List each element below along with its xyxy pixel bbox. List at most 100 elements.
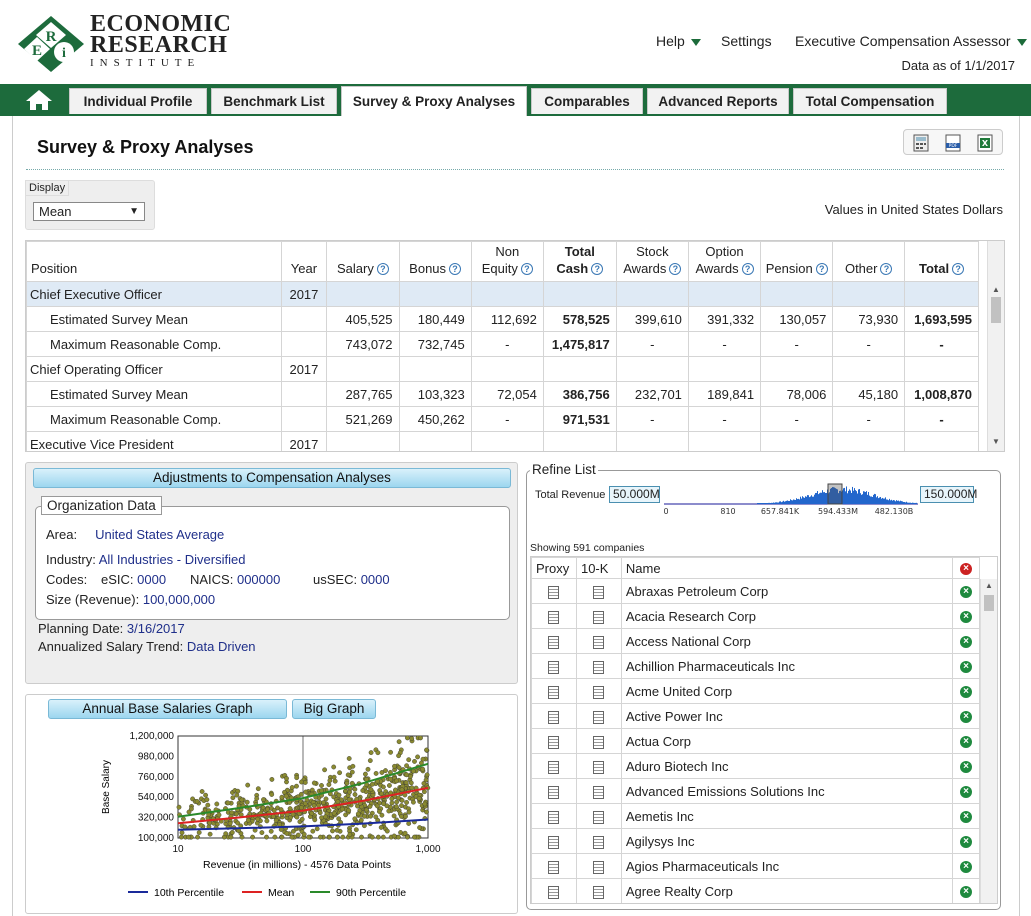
company-name[interactable]: Actua Corp <box>620 728 954 754</box>
esic-value[interactable]: 0000 <box>137 572 166 587</box>
product-menu[interactable]: Executive Compensation Assessor <box>795 33 1027 49</box>
scroll-up-icon[interactable]: ▲ <box>985 581 993 590</box>
help-icon[interactable]: ? <box>449 263 462 275</box>
company-row[interactable]: Acacia Research Corp × <box>531 603 980 629</box>
ussec-value[interactable]: 0000 <box>361 572 390 587</box>
scroll-thumb[interactable] <box>984 595 994 611</box>
col-header-salary[interactable]: Salary? <box>326 241 400 282</box>
company-row[interactable]: Advanced Emissions Solutions Inc × <box>531 778 980 804</box>
revenue-max-input[interactable]: 150.000M <box>920 486 977 503</box>
10k-doc-icon[interactable] <box>593 810 605 824</box>
help-icon[interactable]: ? <box>376 263 389 275</box>
tab-individual-profile[interactable]: Individual Profile <box>69 88 207 114</box>
remove-company-icon[interactable]: × <box>960 711 973 724</box>
remove-company-icon[interactable]: × <box>960 886 973 899</box>
revenue-histogram[interactable]: 0 810 657.841K 594.433M 482.130B <box>662 480 920 518</box>
col-header-non-equity[interactable]: Non Equity? <box>470 241 544 282</box>
company-list-scrollbar[interactable]: ▲ <box>980 579 997 903</box>
col-header-year[interactable]: Year <box>280 241 328 282</box>
remove-company-icon[interactable]: × <box>960 836 973 849</box>
area-value[interactable]: United States Average <box>95 527 224 542</box>
tab-comparables[interactable]: Comparables <box>531 88 643 114</box>
value-row[interactable]: Estimated Survey Mean 405,525 180,449 112,6… <box>26 306 988 332</box>
revenue-min-input[interactable]: 50.000M <box>609 486 660 503</box>
planning-value[interactable]: 3/16/2017 <box>127 621 185 636</box>
col-proxy[interactable]: Proxy <box>531 557 577 579</box>
10k-doc-icon[interactable] <box>593 610 605 624</box>
help-icon[interactable]: ? <box>669 263 682 275</box>
help-icon[interactable]: ? <box>952 263 965 275</box>
proxy-doc-icon[interactable] <box>548 835 560 849</box>
10k-doc-icon[interactable] <box>593 660 605 674</box>
company-name[interactable]: Aduro Biotech Inc <box>620 753 954 779</box>
10k-doc-icon[interactable] <box>593 785 605 799</box>
size-value[interactable]: 100,000,000 <box>143 592 215 607</box>
10k-doc-icon[interactable] <box>593 835 605 849</box>
tab-benchmark-list[interactable]: Benchmark List <box>211 88 337 114</box>
company-name[interactable]: Acacia Research Corp <box>620 603 954 629</box>
remove-company-icon[interactable]: × <box>960 786 973 799</box>
calculator-icon[interactable] <box>913 134 929 152</box>
display-select[interactable]: Mean ▼ <box>33 202 145 221</box>
company-row[interactable]: Acme United Corp × <box>531 678 980 704</box>
excel-icon[interactable]: X <box>977 134 993 152</box>
position-row[interactable]: Chief Executive Officer 2017 <box>26 281 988 307</box>
company-row[interactable]: Abraxas Petroleum Corp × <box>531 578 980 604</box>
company-name[interactable]: Achillion Pharmaceuticals Inc <box>620 653 954 679</box>
10k-doc-icon[interactable] <box>593 760 605 774</box>
company-row[interactable]: Aemetis Inc × <box>531 803 980 829</box>
col-header-position[interactable]: Position <box>26 241 282 282</box>
help-menu[interactable]: Help <box>656 33 701 49</box>
10k-doc-icon[interactable] <box>593 885 605 899</box>
proxy-doc-icon[interactable] <box>548 785 560 799</box>
trend-value[interactable]: Data Driven <box>187 639 256 654</box>
remove-company-icon[interactable]: × <box>960 636 973 649</box>
scroll-up-icon[interactable]: ▲ <box>992 285 1000 294</box>
grid-scrollbar[interactable]: ▲ ▼ <box>987 241 1004 451</box>
scroll-thumb[interactable] <box>991 297 1001 323</box>
annual-base-salaries-graph-button[interactable]: Annual Base Salaries Graph <box>48 699 287 719</box>
remove-company-icon[interactable]: × <box>960 586 973 599</box>
col-header-bonus[interactable]: Bonus? <box>398 241 472 282</box>
col-header-other[interactable]: Other? <box>832 241 906 282</box>
remove-company-icon[interactable]: × <box>960 611 973 624</box>
company-name[interactable]: Agilysys Inc <box>620 828 954 854</box>
remove-all-icon[interactable]: × <box>960 563 973 576</box>
proxy-doc-icon[interactable] <box>548 885 560 899</box>
remove-all-header[interactable]: × <box>952 557 980 579</box>
col-header-option-awards[interactable]: Option Awards? <box>687 241 762 282</box>
position-row[interactable]: Chief Operating Officer 2017 <box>26 356 988 382</box>
value-row[interactable]: Estimated Survey Mean 287,765 103,323 72,05… <box>26 381 988 407</box>
col-header-pension[interactable]: Pension? <box>760 241 834 282</box>
proxy-doc-icon[interactable] <box>548 860 560 874</box>
company-row[interactable]: Achillion Pharmaceuticals Inc × <box>531 653 980 679</box>
proxy-doc-icon[interactable] <box>548 710 560 724</box>
proxy-doc-icon[interactable] <box>548 635 560 649</box>
help-icon[interactable]: ? <box>741 263 754 275</box>
naics-value[interactable]: 000000 <box>237 572 280 587</box>
company-name[interactable]: Access National Corp <box>620 628 954 654</box>
company-row[interactable]: Agree Realty Corp × <box>531 878 980 903</box>
company-name[interactable]: Agios Pharmaceuticals Inc <box>620 853 954 879</box>
company-row[interactable]: Agilysys Inc × <box>531 828 980 854</box>
10k-doc-icon[interactable] <box>593 710 605 724</box>
help-icon[interactable]: ? <box>591 263 604 275</box>
proxy-doc-icon[interactable] <box>548 760 560 774</box>
big-graph-button[interactable]: Big Graph <box>292 699 376 719</box>
10k-doc-icon[interactable] <box>593 735 605 749</box>
scroll-down-icon[interactable]: ▼ <box>992 437 1000 446</box>
settings-link[interactable]: Settings <box>721 33 772 49</box>
company-row[interactable]: Aduro Biotech Inc × <box>531 753 980 779</box>
col-header-total-cash[interactable]: Total Cash? <box>542 241 617 282</box>
adjustments-button[interactable]: Adjustments to Compensation Analyses <box>33 468 511 488</box>
position-row[interactable]: Executive Vice President 2017 <box>26 431 988 451</box>
10k-doc-icon[interactable] <box>593 685 605 699</box>
help-icon[interactable]: ? <box>880 263 893 275</box>
remove-company-icon[interactable]: × <box>960 761 973 774</box>
company-row[interactable]: Actua Corp × <box>531 728 980 754</box>
help-icon[interactable]: ? <box>815 263 828 275</box>
company-name[interactable]: Abraxas Petroleum Corp <box>620 578 954 604</box>
col-header-total[interactable]: Total? <box>904 241 979 282</box>
company-name[interactable]: Advanced Emissions Solutions Inc <box>620 778 954 804</box>
value-row[interactable]: Maximum Reasonable Comp. 743,072 732,745-1… <box>26 331 988 357</box>
